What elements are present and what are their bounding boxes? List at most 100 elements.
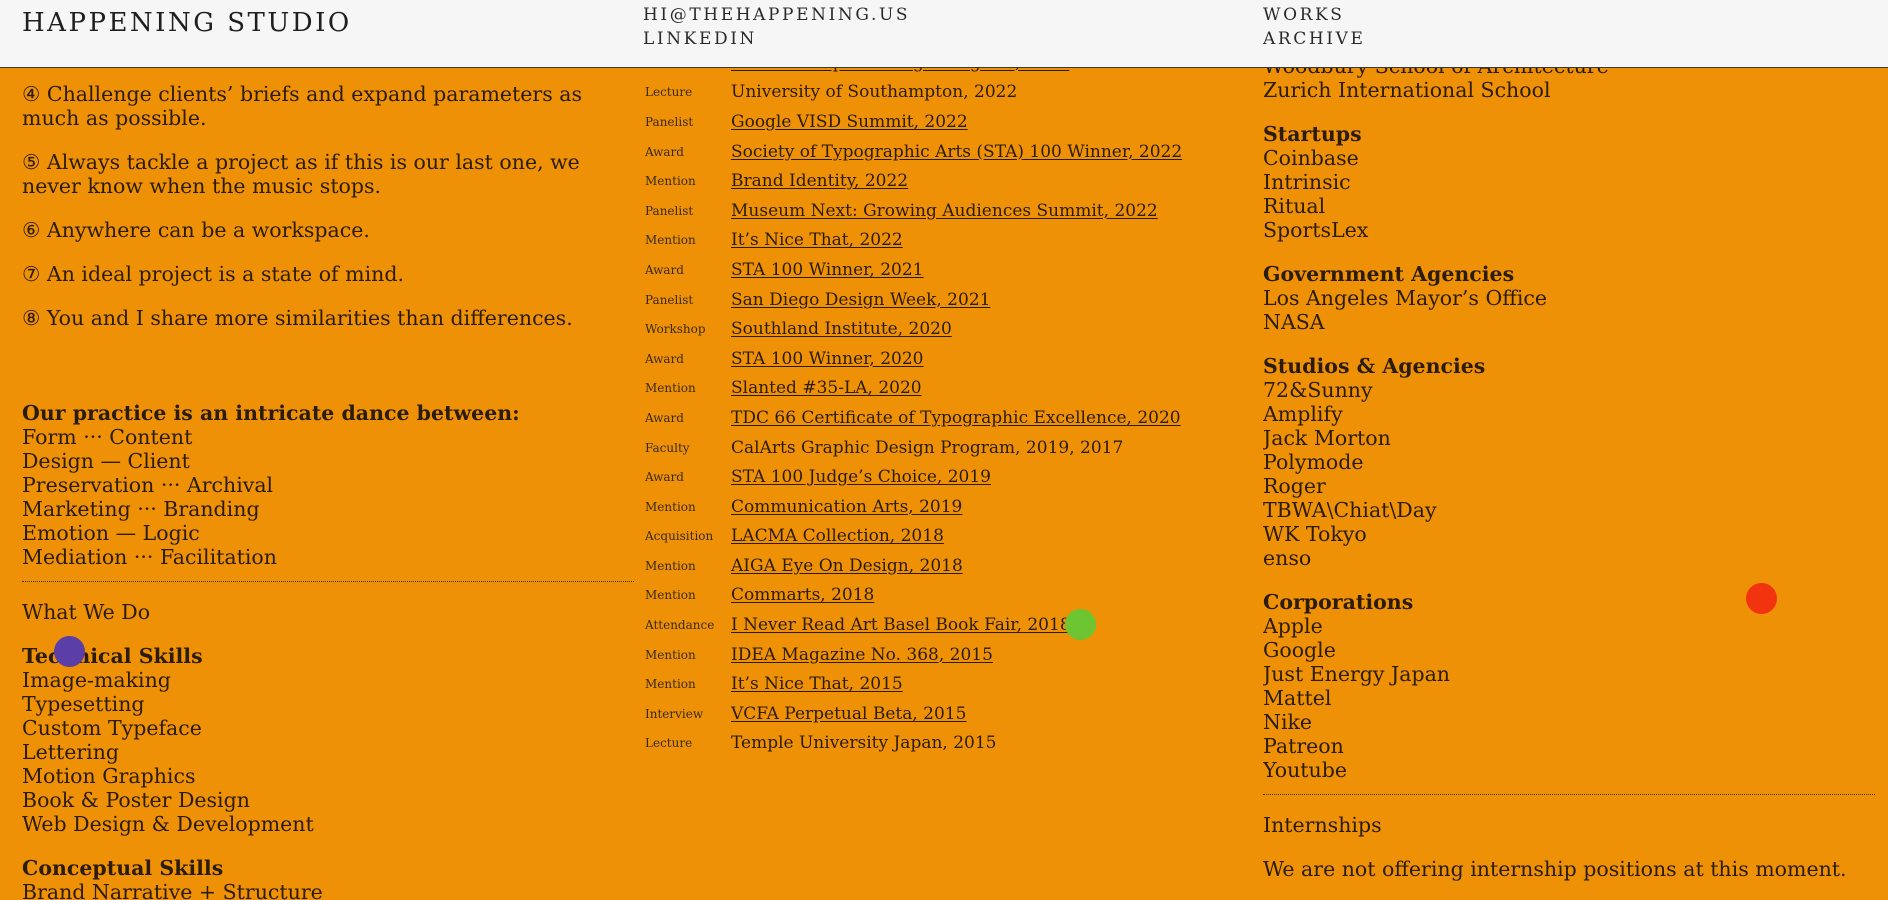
startups-group: Startups Coinbase Intrinsic Ritual Sport… <box>1263 122 1875 242</box>
skill-item: Typesetting <box>22 692 145 716</box>
conceptual-skills-title: Conceptual Skills <box>22 856 224 880</box>
honor-row: Award TDC 66 Certificate of Typographic E… <box>645 403 1245 433</box>
honor-kind: Interview <box>645 706 704 721</box>
technical-skills-group: Technical Skills Image-making Typesettin… <box>22 644 634 836</box>
honor-kind: Workshop <box>645 322 706 337</box>
honor-kind: Mention <box>645 558 696 573</box>
honor-row: Mention It’s Nice That, 2022 <box>645 226 1245 256</box>
client-item: Nike <box>1263 710 1313 734</box>
honor-row: Mention Slanted #35-LA, 2020 <box>645 374 1245 404</box>
skill-item: Brand Narrative + Structure <box>22 880 323 900</box>
education-group: Woodbury School of Architecture Zurich I… <box>1263 68 1875 102</box>
skill-item: Lettering <box>22 740 120 764</box>
client-item: Amplify <box>1263 402 1343 426</box>
practice-pair: Preservation ··· Archival <box>22 473 274 497</box>
honor-kind: Mention <box>645 233 696 248</box>
client-item: SportsLex <box>1263 218 1369 242</box>
honor-kind: Lecture <box>645 68 731 70</box>
honor-kind: Acquisition <box>645 529 714 544</box>
honor-link[interactable]: STA 100 Winner, 2021 <box>731 260 924 280</box>
honor-row: Lecture University of Southampton, 2022 <box>645 78 1245 108</box>
clients-column: Woodbury School of Architecture Zurich I… <box>1263 68 1875 900</box>
honor-row: Award STA 100 Winner, 2021 <box>645 255 1245 285</box>
client-item: Los Angeles Mayor’s Office <box>1263 286 1548 310</box>
practice-heading: Our practice is an intricate dance betwe… <box>22 401 520 425</box>
honors-list: LectureCalArts Graphic Design Program, 2… <box>645 68 1245 758</box>
honor-link[interactable]: Communication Arts, 2019 <box>731 497 962 517</box>
practice-section: Our practice is an intricate dance betwe… <box>22 401 634 900</box>
brand-logo-link[interactable]: HAPPENING STUDIO <box>22 8 352 38</box>
honor-link[interactable]: LACMA Collection, 2018 <box>731 526 944 546</box>
honor-row: Interview VCFA Perpetual Beta, 2015 <box>645 699 1245 729</box>
client-item: Youtube <box>1263 758 1347 782</box>
honor-row: Mention IDEA Magazine No. 368, 2015 <box>645 640 1245 670</box>
government-group: Government Agencies Los Angeles Mayor’s … <box>1263 262 1875 334</box>
startups-title: Startups <box>1263 122 1362 146</box>
honor-row: Panelist Google VISD Summit, 2022 <box>645 107 1245 137</box>
honor-title: Temple University Japan, 2015 <box>731 733 997 754</box>
honor-kind: Lecture <box>645 85 693 100</box>
honor-link[interactable]: STA 100 Judge’s Choice, 2019 <box>731 467 991 487</box>
email-link[interactable]: HI@THEHAPPENING.US <box>643 3 910 27</box>
practice-pair: Emotion — Logic <box>22 521 200 545</box>
honor-link[interactable]: IDEA Magazine No. 368, 2015 <box>731 645 993 665</box>
principle-5: ⑤ Always tackle a project as if this is … <box>22 150 580 198</box>
honor-link[interactable]: TDC 66 Certificate of Typographic Excell… <box>731 408 1181 428</box>
honor-kind: Award <box>645 470 684 485</box>
skill-item: Custom Typeface <box>22 716 202 740</box>
client-item: Jack Morton <box>1263 426 1391 450</box>
practice-pair: Form ··· Content <box>22 425 193 449</box>
honor-link[interactable]: Southland Institute, 2020 <box>731 319 952 339</box>
honor-link[interactable]: Google VISD Summit, 2022 <box>731 112 968 132</box>
client-item: Apple <box>1263 614 1323 638</box>
honor-row: Panelist San Diego Design Week, 2021 <box>645 285 1245 315</box>
honor-link[interactable]: AIGA Eye On Design, 2018 <box>731 556 963 576</box>
honor-link[interactable]: Slanted #35-LA, 2020 <box>731 378 922 398</box>
honor-link[interactable]: I Never Read Art Basel Book Fair, 2018 <box>731 615 1071 635</box>
conceptual-skills-group: Conceptual Skills Brand Narrative + Stru… <box>22 856 634 900</box>
linkedin-link[interactable]: LINKEDIN <box>643 27 757 51</box>
honor-title: University of Southampton, 2022 <box>731 82 1018 103</box>
nav-archive[interactable]: ARCHIVE <box>1263 27 1366 51</box>
honor-row: Award STA 100 Winner, 2020 <box>645 344 1245 374</box>
honor-link[interactable]: CalArts Graphic Design Program, 2023 <box>731 68 1069 73</box>
honor-row: Faculty CalArts Graphic Design Program, 2… <box>645 433 1245 463</box>
honor-kind: Mention <box>645 381 696 396</box>
internships-text: We are not offering internship positions… <box>1263 857 1847 881</box>
honor-row: LectureCalArts Graphic Design Program, 2… <box>645 68 1245 78</box>
practice-pair: Design — Client <box>22 449 190 473</box>
honor-link[interactable]: It’s Nice That, 2015 <box>731 674 903 694</box>
honor-link[interactable]: San Diego Design Week, 2021 <box>731 290 990 310</box>
principle-8: ⑧ You and I share more similarities than… <box>22 306 573 330</box>
client-item: Coinbase <box>1263 146 1359 170</box>
honor-link[interactable]: VCFA Perpetual Beta, 2015 <box>731 704 966 724</box>
client-item: WK Tokyo <box>1263 522 1367 546</box>
honor-row: Panelist Museum Next: Growing Audiences S… <box>645 196 1245 226</box>
practice-pair: Marketing ··· Branding <box>22 497 260 521</box>
studios-title: Studios & Agencies <box>1263 354 1486 378</box>
honor-link[interactable]: STA 100 Winner, 2020 <box>731 349 924 369</box>
skill-item: Web Design & Development <box>22 812 314 836</box>
honor-row: Mention Commarts, 2018 <box>645 581 1245 611</box>
left-column: ④ Challenge clients’ briefs and expand p… <box>22 68 634 900</box>
honor-kind: Mention <box>645 677 696 692</box>
honor-row: Mention It’s Nice That, 2015 <box>645 669 1245 699</box>
honor-link[interactable]: Brand Identity, 2022 <box>731 171 908 191</box>
section-divider <box>22 581 634 582</box>
honor-kind: Lecture <box>645 736 693 751</box>
studios-group: Studios & Agencies 72&Sunny Amplify Jack… <box>1263 354 1875 570</box>
nav-works[interactable]: WORKS <box>1263 3 1345 27</box>
honor-title: CalArts Graphic Design Program, 2019, 20… <box>731 437 1124 458</box>
principle-7: ⑦ An ideal project is a state of mind. <box>22 262 404 286</box>
skill-item: Book & Poster Design <box>22 788 250 812</box>
honor-link[interactable]: Society of Typographic Arts (STA) 100 Wi… <box>731 142 1182 162</box>
honor-row: Mention AIGA Eye On Design, 2018 <box>645 551 1245 581</box>
green-cursor-dot <box>1065 609 1096 640</box>
honor-kind: Award <box>645 262 684 277</box>
client-item: Ritual <box>1263 194 1326 218</box>
honor-link[interactable]: It’s Nice That, 2022 <box>731 230 903 250</box>
honor-kind: Award <box>645 410 684 425</box>
honor-link[interactable]: Museum Next: Growing Audiences Summit, 2… <box>731 201 1158 221</box>
honor-link[interactable]: Commarts, 2018 <box>731 585 874 605</box>
client-item: Mattel <box>1263 686 1332 710</box>
